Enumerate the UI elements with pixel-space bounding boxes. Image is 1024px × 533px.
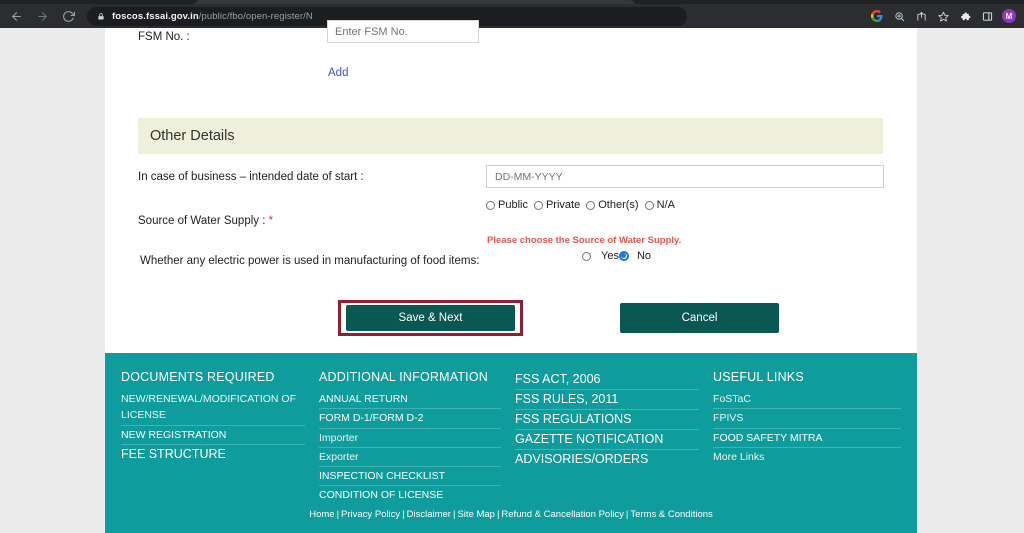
radio-others[interactable]: Other(s): [586, 199, 639, 211]
water-supply-radio-group: Public Private Other(s) N/A: [486, 199, 675, 211]
footer-link-more-links[interactable]: More Links: [713, 448, 901, 466]
footer-link-food-safety-mitra[interactable]: FOOD SAFETY MITRA: [713, 429, 901, 448]
toolbar-icons: M: [867, 6, 1024, 26]
save-next-highlight-box: Save & Next: [338, 300, 523, 336]
radio-na-circle[interactable]: [644, 200, 654, 210]
footer-link-privacy-policy[interactable]: Privacy Policy: [341, 509, 400, 520]
water-supply-error-message: Please choose the Source of Water Supply…: [487, 235, 682, 246]
footer-link-fpivs[interactable]: FPIVS: [713, 409, 901, 429]
share-icon[interactable]: [911, 6, 931, 26]
avatar[interactable]: M: [999, 6, 1019, 26]
intended-start-date-input[interactable]: [486, 165, 884, 188]
section-title: Other Details: [150, 128, 235, 144]
reload-icon[interactable]: [55, 5, 81, 27]
footer-link-advisories-orders[interactable]: ADVISORIES/ORDERS: [515, 450, 699, 469]
footer-link-terms-conditions[interactable]: Terms & Conditions: [630, 509, 712, 520]
footer-link-form-d1-d2[interactable]: FORM D-1/FORM D-2: [319, 409, 502, 429]
footer-link-refund-cancellation-policy[interactable]: Refund & Cancellation Policy: [501, 509, 624, 520]
radio-power-no-circle[interactable]: [618, 251, 629, 261]
footer-link-new-registration[interactable]: NEW REGISTRATION: [121, 426, 305, 445]
footer-link-importer[interactable]: Importer: [319, 429, 502, 448]
footer-heading-useful-links: USEFUL LINKS: [713, 370, 804, 384]
registration-form: FSM No. : Add Other Details In case of b…: [105, 20, 917, 353]
footer-link-fss-act-2006[interactable]: FSS ACT, 2006: [515, 370, 700, 390]
electric-power-label: Whether any electric power is used in ma…: [140, 255, 480, 267]
required-asterisk: *: [268, 215, 274, 227]
fsm-no-label: FSM No. :: [138, 31, 190, 43]
fsm-no-input[interactable]: [327, 20, 479, 43]
footer-column-useful-links: USEFUL LINKS FoSTaC FPIVS FOOD SAFETY MI…: [713, 370, 901, 505]
footer-link-gazette-notification[interactable]: GAZETTE NOTIFICATION: [515, 430, 700, 450]
footer-bottom-links: Home | Privacy Policy | Disclaimer | Site Map |…: [105, 509, 917, 520]
url-text: foscos.fssai.gov.in/public/fbo/open-regi…: [112, 11, 313, 22]
footer-link-home[interactable]: Home: [309, 509, 334, 520]
intended-start-date-label: In case of business – intended date of s…: [138, 171, 364, 183]
footer-link-fostac[interactable]: FoSTaC: [713, 390, 901, 410]
site-footer: DOCUMENTS REQUIRED NEW/RENEWAL/MODIFICAT…: [105, 353, 917, 533]
footer-link-disclaimer[interactable]: Disclaimer: [407, 509, 451, 520]
add-link[interactable]: Add: [328, 67, 348, 79]
radio-private-circle[interactable]: [533, 200, 543, 210]
footer-heading-additional-information: ADDITIONAL INFORMATION: [319, 370, 488, 384]
radio-public[interactable]: Public: [486, 199, 528, 211]
zoom-icon[interactable]: [889, 6, 909, 26]
radio-power-no-label: No: [636, 250, 652, 262]
footer-columns: DOCUMENTS REQUIRED NEW/RENEWAL/MODIFICAT…: [105, 353, 917, 505]
back-arrow-icon[interactable]: [3, 5, 29, 27]
forward-arrow-icon[interactable]: [29, 5, 55, 27]
radio-private-label: Private: [545, 199, 581, 211]
radio-private[interactable]: Private: [533, 199, 581, 211]
cancel-button[interactable]: Cancel: [620, 303, 779, 333]
radio-others-label: Other(s): [598, 199, 639, 211]
radio-na-label: N/A: [656, 199, 675, 211]
radio-others-circle[interactable]: [586, 200, 596, 210]
browser-toolbar: foscos.fssai.gov.in/public/fbo/open-regi…: [0, 4, 1024, 28]
radio-public-circle[interactable]: [486, 200, 495, 210]
side-panel-icon[interactable]: [977, 6, 997, 26]
footer-heading-documents-required: DOCUMENTS REQUIRED: [121, 370, 275, 384]
footer-column-acts-rules: FSS ACT, 2006 FSS RULES, 2011 FSS REGULA…: [515, 370, 713, 505]
water-supply-label-text: Source of Water Supply :: [138, 215, 269, 227]
google-icon[interactable]: [867, 6, 887, 26]
footer-link-annual-return[interactable]: ANNUAL RETURN: [319, 390, 502, 410]
footer-column-additional-information: ADDITIONAL INFORMATION ANNUAL RETURN FOR…: [319, 370, 515, 505]
lock-icon: [97, 12, 105, 21]
avatar-initial: M: [1002, 9, 1016, 23]
url-path: /public/fbo/open-register/N: [198, 10, 313, 22]
radio-na[interactable]: N/A: [644, 199, 675, 211]
footer-link-condition-of-license[interactable]: CONDITION OF LICENSE: [319, 486, 501, 504]
footer-link-new-renewal-modification[interactable]: NEW/RENEWAL/MODIFICATION OF LICENSE: [121, 390, 305, 426]
radio-power-yes-circle[interactable]: [582, 251, 591, 261]
url-host: foscos.fssai.gov.in: [112, 10, 199, 22]
footer-link-inspection-checklist[interactable]: INSPECTION CHECKLIST: [319, 467, 502, 487]
radio-public-label: Public: [498, 199, 528, 211]
footer-link-fss-regulations[interactable]: FSS REGULATIONS: [515, 410, 700, 430]
other-details-section-header: Other Details: [138, 118, 883, 154]
radio-power-yes-label: Yes: [601, 250, 619, 262]
electric-power-radio-group: Yes No: [582, 250, 651, 262]
bookmark-star-icon[interactable]: [933, 6, 953, 26]
save-next-button[interactable]: Save & Next: [346, 305, 515, 331]
footer-link-fss-rules-2011[interactable]: FSS RULES, 2011: [515, 390, 700, 410]
extensions-puzzle-icon[interactable]: [955, 6, 975, 26]
footer-link-site-map[interactable]: Site Map: [457, 509, 495, 520]
water-supply-label: Source of Water Supply : *: [138, 215, 273, 227]
footer-link-exporter[interactable]: Exporter: [319, 448, 502, 468]
footer-column-documents-required: DOCUMENTS REQUIRED NEW/RENEWAL/MODIFICAT…: [121, 370, 319, 505]
footer-link-fee-structure[interactable]: FEE STRUCTURE: [121, 445, 305, 464]
page-content: FSM No. : Add Other Details In case of b…: [105, 20, 917, 533]
browser-chrome: foscos.fssai.gov.in/public/fbo/open-regi…: [0, 0, 1024, 28]
